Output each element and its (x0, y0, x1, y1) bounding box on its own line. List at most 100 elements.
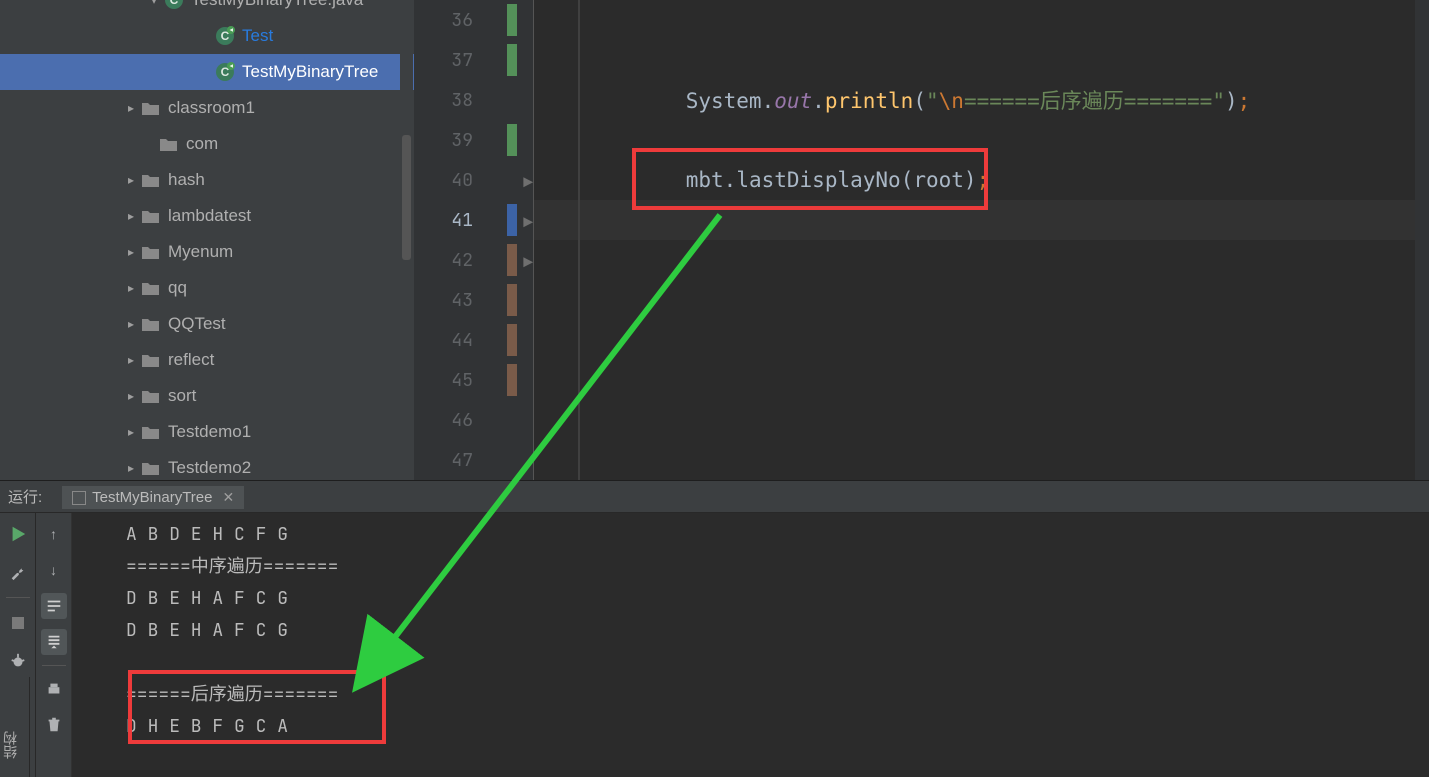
class-icon (214, 25, 236, 47)
chevron-right-icon[interactable] (122, 353, 140, 367)
gutter-line-41[interactable]: 41▶ (414, 200, 533, 240)
tree-scrollbar[interactable] (400, 0, 413, 480)
gutter-line-38[interactable]: 38 (414, 80, 533, 120)
run-gutter-icon[interactable]: ▶ (523, 252, 533, 273)
gutter-line-37[interactable]: 37 (414, 40, 533, 80)
folder-icon (140, 241, 162, 263)
gutter-line-43[interactable]: 43 (414, 280, 533, 320)
wrench-icon[interactable] (5, 559, 31, 585)
tree-item-label: Testdemo2 (168, 458, 251, 478)
chevron-right-icon[interactable] (122, 209, 140, 223)
gutter-line-42[interactable]: 42▶ (414, 240, 533, 280)
folder-icon (140, 277, 162, 299)
indent-guide (578, 0, 580, 480)
run-config-icon (72, 491, 86, 505)
folder-icon (140, 313, 162, 335)
tree-item-hash[interactable]: hash (0, 162, 414, 198)
scroll-to-end-icon[interactable] (41, 629, 67, 655)
code-line-37[interactable] (534, 40, 1429, 80)
tree-item-testdemo1[interactable]: Testdemo1 (0, 414, 414, 450)
java-file-icon (163, 0, 185, 11)
vcs-marker (507, 284, 517, 316)
vcs-marker (507, 44, 517, 76)
vcs-marker (507, 4, 517, 36)
run-title-label: 运行: (8, 486, 42, 507)
vcs-marker (507, 364, 517, 396)
code-line-45[interactable] (534, 360, 1429, 400)
gutter-line-45[interactable]: 45 (414, 360, 533, 400)
stop-button[interactable] (5, 610, 31, 636)
folder-icon (140, 421, 162, 443)
chevron-right-icon[interactable] (122, 461, 140, 475)
folder-icon (140, 385, 162, 407)
folder-icon (140, 349, 162, 371)
gutter-line-39[interactable]: 39 (414, 120, 533, 160)
chevron-right-icon[interactable] (122, 101, 140, 115)
code-line-42[interactable] (534, 240, 1429, 280)
code-line-36[interactable] (534, 0, 1429, 40)
console-output[interactable]: A B D E H C F G ======中序遍历======= D B E … (80, 513, 1429, 777)
vcs-marker (507, 124, 517, 156)
run-tab[interactable]: TestMyBinaryTree ✕ (62, 484, 244, 509)
chevron-right-icon[interactable] (122, 173, 140, 187)
tree-item-classroom1[interactable]: classroom1 (0, 90, 414, 126)
project-tree-panel: TestMyBinaryTree.java TestTestMyBinaryTre… (0, 0, 414, 480)
chevron-right-icon[interactable] (122, 281, 140, 295)
tree-item-label: qq (168, 278, 187, 298)
tree-item-com[interactable]: com (0, 126, 414, 162)
code-line-39[interactable] (534, 120, 1429, 160)
print-icon[interactable] (41, 676, 67, 702)
close-icon[interactable]: ✕ (222, 489, 234, 506)
tree-item-label: hash (168, 170, 205, 190)
tree-item-test[interactable]: Test (0, 18, 414, 54)
folder-icon (140, 97, 162, 119)
tree-item-myenum[interactable]: Myenum (0, 234, 414, 270)
chevron-right-icon[interactable] (122, 389, 140, 403)
chevron-down-icon[interactable] (145, 0, 163, 7)
run-gutter-icon[interactable]: ▶ (523, 212, 533, 233)
chevron-right-icon[interactable] (122, 245, 140, 259)
debug-bug-icon[interactable] (5, 648, 31, 674)
chevron-right-icon[interactable] (122, 317, 140, 331)
tree-item-label: TestMyBinaryTree.java (191, 0, 363, 10)
code-line-41[interactable] (534, 200, 1429, 240)
gutter-line-40[interactable]: 40▶ (414, 160, 533, 200)
run-toolbar-secondary: ↑ ↓ (36, 513, 72, 777)
code-line-46[interactable] (534, 400, 1429, 440)
gutter-line-46[interactable]: 46 (414, 400, 533, 440)
run-tool-window: 运行: TestMyBinaryTree ✕ (0, 480, 1429, 777)
code-line-44[interactable] (534, 320, 1429, 360)
tree-item-testmybinarytree-java[interactable]: TestMyBinaryTree.java (0, 0, 414, 18)
tree-item-sort[interactable]: sort (0, 378, 414, 414)
soft-wrap-icon[interactable] (41, 593, 67, 619)
chevron-right-icon[interactable] (122, 425, 140, 439)
code-editor[interactable]: System.out.println("\n======后序遍历======="… (534, 0, 1429, 480)
run-header: 运行: TestMyBinaryTree ✕ (0, 481, 1429, 513)
run-tab-name: TestMyBinaryTree (92, 489, 212, 506)
gutter-line-44[interactable]: 44 (414, 320, 533, 360)
tree-item-reflect[interactable]: reflect (0, 342, 414, 378)
code-line-38[interactable]: System.out.println("\n======后序遍历======="… (534, 80, 1429, 120)
tree-item-label: Myenum (168, 242, 233, 262)
scrollbar-thumb[interactable] (402, 135, 411, 260)
scroll-up-icon[interactable]: ↑ (41, 521, 67, 547)
gutter-line-36[interactable]: 36 (414, 0, 533, 40)
folder-icon (140, 205, 162, 227)
code-line-40[interactable]: mbt.lastDisplayNo(root); (534, 160, 1429, 200)
gutter-line-47[interactable]: 47 (414, 440, 533, 480)
tree-item-qq[interactable]: qq (0, 270, 414, 306)
vcs-marker (507, 204, 517, 236)
tree-item-label: sort (168, 386, 196, 406)
rerun-button[interactable] (5, 521, 31, 547)
tree-item-label: classroom1 (168, 98, 255, 118)
tree-item-testdemo2[interactable]: Testdemo2 (0, 450, 414, 480)
tree-item-label: QQTest (168, 314, 226, 334)
tree-item-testmybinarytree[interactable]: TestMyBinaryTree (0, 54, 414, 90)
scroll-down-icon[interactable]: ↓ (41, 557, 67, 583)
tree-item-qqtest[interactable]: QQTest (0, 306, 414, 342)
run-gutter-icon[interactable]: ▶ (523, 172, 533, 193)
structure-tool-button[interactable]: 结构 (0, 677, 30, 777)
code-line-43[interactable] (534, 280, 1429, 320)
trash-icon[interactable] (41, 712, 67, 738)
tree-item-lambdatest[interactable]: lambdatest (0, 198, 414, 234)
